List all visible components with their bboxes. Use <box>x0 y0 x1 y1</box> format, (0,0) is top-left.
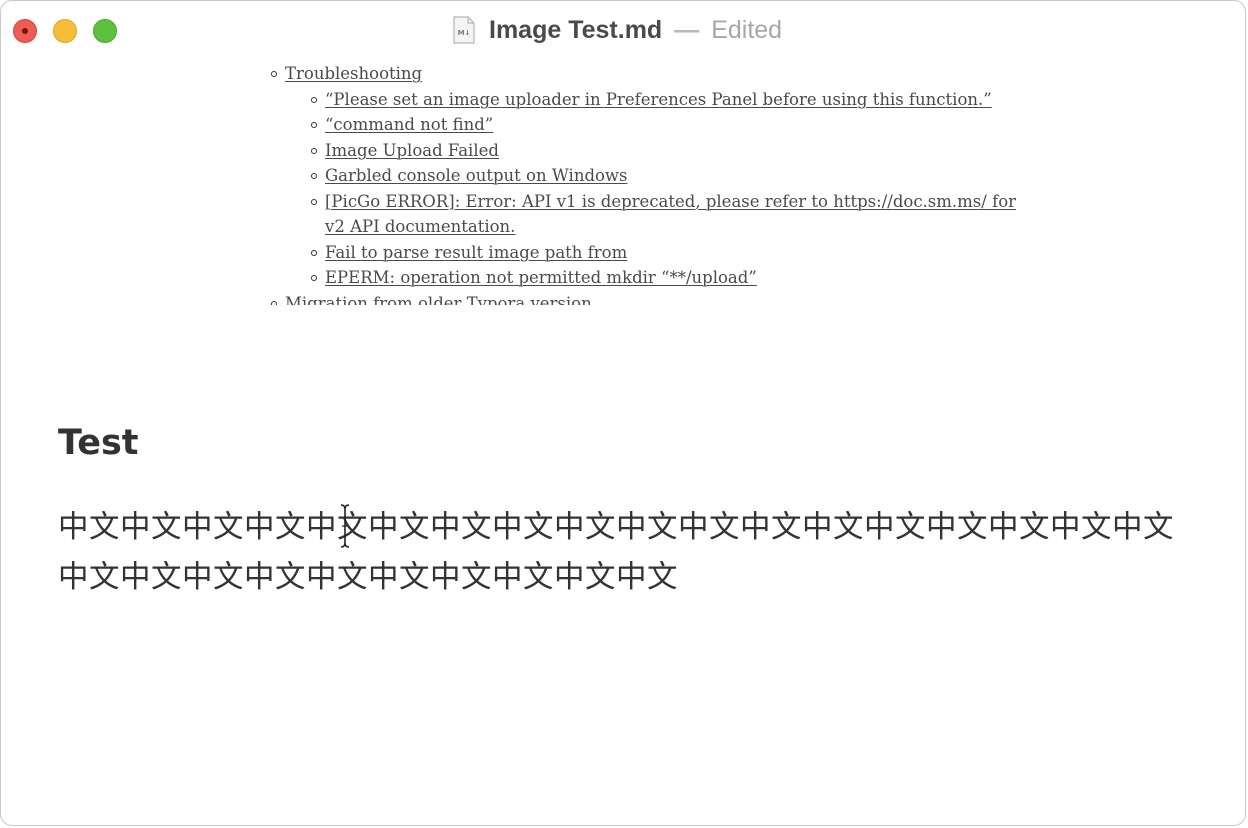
markdown-file-icon[interactable]: M↓ <box>453 16 475 44</box>
title-separator: — <box>674 15 700 44</box>
minimize-window-button[interactable] <box>53 19 77 43</box>
toc-item-migration: Migration from older Typora version <box>271 291 1031 306</box>
toc-subitem: “command not find” <box>311 112 1031 138</box>
toc-subitem: “Please set an image uploader in Prefere… <box>311 87 1031 113</box>
toc-link-command-not-find[interactable]: “command not find” <box>325 115 493 134</box>
body-paragraph[interactable]: 中文中文中文中文中文中文中文中文中文中文中文中文中文中文中文中文中文中文中文中文… <box>58 503 1198 603</box>
document-title: Image Test.md <box>489 15 663 44</box>
toc-subitem: Image Upload Failed <box>311 138 1031 164</box>
edited-status: Edited <box>711 15 783 44</box>
toc-link-migration[interactable]: Migration from older Typora version <box>285 294 592 306</box>
toc-subitem: Garbled console output on Windows <box>311 163 1031 189</box>
editor-window: M↓ Image Test.md — Edited Troubleshootin… <box>0 0 1246 826</box>
toc-link-eperm[interactable]: EPERM: operation not permitted mkdir “**… <box>325 268 757 287</box>
title-bar[interactable]: M↓ Image Test.md — Edited <box>1 1 1245 59</box>
toc-subitem: Fail to parse result image path from <box>311 240 1031 266</box>
toc-subitem: EPERM: operation not permitted mkdir “**… <box>311 265 1031 291</box>
section-heading[interactable]: Test <box>58 419 139 467</box>
close-window-button[interactable] <box>13 19 37 43</box>
table-of-contents: Troubleshooting “Please set an image upl… <box>271 61 1031 305</box>
toc-link-picgo-error[interactable]: [PicGo ERROR]: Error: API v1 is deprecat… <box>325 192 1016 237</box>
toc-subitem: [PicGo ERROR]: Error: API v1 is deprecat… <box>311 189 1031 240</box>
maximize-window-button[interactable] <box>93 19 117 43</box>
toc-sublist: “Please set an image uploader in Prefere… <box>271 87 1031 291</box>
toc-link-image-uploader[interactable]: “Please set an image uploader in Prefere… <box>325 90 992 109</box>
markdown-file-icon-label: M↓ <box>458 29 471 37</box>
toc-link-garbled-console[interactable]: Garbled console output on Windows <box>325 166 628 185</box>
toc-link-troubleshooting[interactable]: Troubleshooting <box>285 64 422 83</box>
toc-link-parse-result[interactable]: Fail to parse result image path from <box>325 243 627 262</box>
window-title: M↓ Image Test.md — Edited <box>453 13 782 47</box>
toc-link-upload-failed[interactable]: Image Upload Failed <box>325 141 499 160</box>
text-cursor-icon <box>340 504 350 548</box>
toc-item-troubleshooting: Troubleshooting <box>271 61 1031 87</box>
